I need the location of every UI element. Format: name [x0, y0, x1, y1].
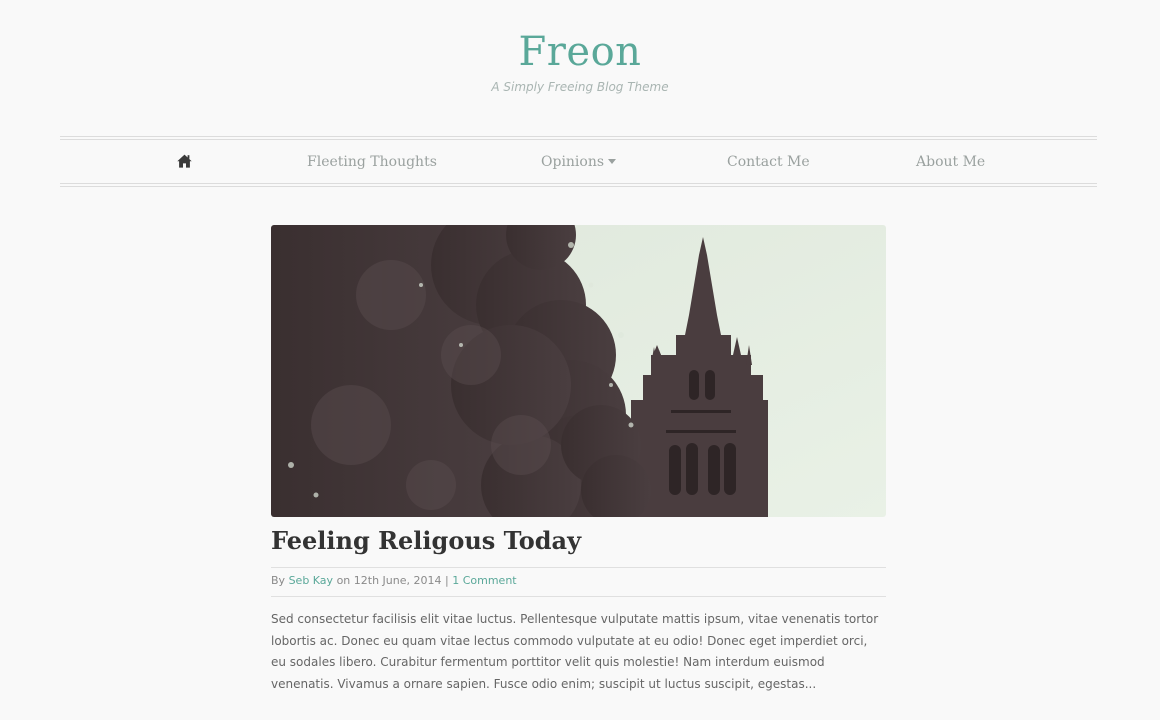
author-link[interactable]: Seb Kay	[289, 574, 334, 587]
nav-item-opinions[interactable]: Opinions	[541, 136, 617, 186]
post-meta-divider	[271, 596, 886, 597]
meta-by-label: By	[271, 574, 286, 587]
post-excerpt: Sed consectetur facilisis elit vitae luc…	[271, 612, 879, 692]
caret-down-icon	[608, 158, 617, 164]
nav-item-label: About Me	[916, 154, 986, 170]
post-featured-image[interactable]	[271, 225, 886, 517]
comments-link[interactable]: 1 Comment	[452, 574, 516, 587]
home-icon[interactable]	[177, 154, 192, 168]
nav-item-label: Opinions	[541, 154, 605, 170]
post-title-divider	[271, 567, 886, 568]
nav-item-fleeting-thoughts[interactable]: Fleeting Thoughts	[307, 136, 437, 186]
site-title[interactable]: Freon	[0, 28, 1160, 76]
post-title[interactable]: Feeling Religous Today	[271, 523, 886, 559]
nav-bottom-rule-inner	[60, 183, 1097, 184]
meta-separator: |	[445, 574, 449, 587]
church-spire-and-tree-photo	[271, 225, 886, 517]
nav-item-about-me[interactable]: About Me	[916, 136, 985, 186]
meta-on-label: on	[336, 574, 351, 587]
nav-bottom-rule	[60, 186, 1097, 187]
main-navigation: Fleeting Thoughts Opinions Contact Me Ab…	[60, 136, 1097, 187]
site-header: Freon A Simply Freeing Blog Theme	[0, 0, 1160, 130]
nav-item-contact-me[interactable]: Contact Me	[727, 136, 810, 186]
nav-item-label: Contact Me	[727, 154, 810, 170]
site-tagline: A Simply Freeing Blog Theme	[491, 80, 669, 94]
post-meta: By Seb Kay on 12th June, 2014 | 1 Commen…	[271, 573, 886, 589]
post-date: 12th June, 2014	[353, 574, 442, 587]
nav-item-label: Fleeting Thoughts	[307, 154, 437, 170]
